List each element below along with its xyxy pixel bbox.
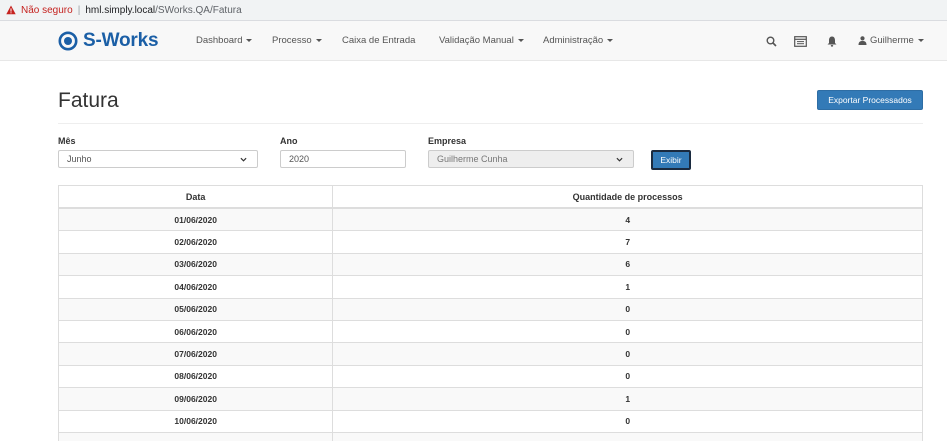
- warning-icon: [6, 5, 16, 15]
- nav-caixa-de-entrada[interactable]: Caixa de Entrada: [342, 35, 415, 46]
- cell-data: 07/06/2020: [59, 343, 334, 365]
- cell-data: 04/06/2020: [59, 276, 334, 298]
- cell-quantidade: 0: [625, 371, 631, 382]
- cell-data: 03/06/2020: [59, 253, 334, 276]
- brand-link[interactable]: S-Works: [58, 29, 159, 53]
- export-processados-button[interactable]: Exportar Processados: [817, 90, 923, 110]
- cell-quantidade: 0: [625, 304, 631, 315]
- ano-input-value: 2020: [289, 154, 310, 164]
- user-name: Guilherme: [870, 35, 914, 46]
- cell-quantidade-empty: [333, 433, 922, 441]
- nav-caixa-label: Caixa de Entrada: [342, 35, 416, 46]
- chevron-down-icon: [616, 157, 623, 162]
- caret-down-icon: [607, 38, 614, 42]
- cell-quantidade: 0: [625, 326, 631, 337]
- ano-input[interactable]: 2020: [280, 150, 406, 168]
- cell-data: 05/06/2020: [59, 298, 334, 320]
- nav-administracao-label: Administração: [543, 35, 604, 46]
- header-divider: [58, 123, 923, 124]
- nav-validacao-label: Validação Manual: [439, 35, 514, 46]
- cell-data: 06/06/2020: [59, 320, 334, 343]
- bell-icon[interactable]: [825, 34, 839, 48]
- nav-dashboard-label: Dashboard: [196, 35, 243, 46]
- table-row: 08/06/2020 0: [59, 365, 922, 389]
- table-row: 09/06/2020 1: [59, 388, 922, 411]
- nav-processo[interactable]: Processo: [272, 35, 322, 46]
- nav-administracao[interactable]: Administração: [543, 35, 614, 46]
- mes-label: Mês: [58, 136, 76, 146]
- browser-address-bar[interactable]: Não seguro | hml.simply.local/SWorks.QA/…: [0, 0, 947, 21]
- mes-select[interactable]: Junho: [58, 150, 258, 168]
- table-row: 02/06/2020 7: [59, 231, 922, 254]
- cell-data: 09/06/2020: [59, 388, 334, 410]
- nav-dashboard[interactable]: Dashboard: [196, 35, 253, 46]
- brand-name: S-Works: [83, 30, 159, 51]
- caret-down-icon: [315, 38, 322, 42]
- user-menu[interactable]: Guilherme: [858, 35, 924, 46]
- insecure-label: Não seguro: [21, 4, 73, 16]
- cell-quantidade: 7: [625, 237, 631, 248]
- cell-data: 10/06/2020: [59, 410, 334, 432]
- table-row: 06/06/2020 0: [59, 320, 922, 344]
- table-row: 04/06/2020 1: [59, 276, 922, 299]
- cell-quantidade: 0: [625, 416, 631, 427]
- user-icon: [858, 36, 867, 45]
- ano-label: Ano: [280, 136, 298, 146]
- mes-select-value: Junho: [67, 154, 92, 164]
- caret-down-icon: [517, 38, 524, 42]
- top-navbar: S-Works Dashboard Processo Caixa de Entr…: [0, 21, 947, 61]
- cell-data: 01/06/2020: [59, 209, 334, 231]
- empresa-label: Empresa: [428, 136, 467, 146]
- cell-quantidade: 0: [625, 349, 631, 360]
- empresa-select[interactable]: Guilherme Cunha: [428, 150, 634, 168]
- cell-quantidade: 1: [625, 393, 631, 404]
- caret-down-icon: [246, 38, 253, 42]
- fatura-table: Data Quantidade de processos 01/06/2020 4…: [58, 185, 923, 441]
- table-row: 07/06/2020 0: [59, 343, 922, 366]
- nav-processo-label: Processo: [272, 35, 312, 46]
- nav-validacao-manual[interactable]: Validação Manual: [439, 35, 524, 46]
- table-row: 01/06/2020 4: [59, 209, 922, 232]
- url-separator: |: [77, 4, 81, 16]
- inbox-icon[interactable]: [793, 34, 807, 48]
- cell-quantidade: 6: [625, 259, 631, 270]
- brand-logo-icon: [58, 31, 78, 51]
- table-row: 03/06/2020 6: [59, 253, 922, 277]
- cell-quantidade: 4: [625, 214, 631, 225]
- table-row: 05/06/2020 0: [59, 298, 922, 321]
- chevron-down-icon: [240, 157, 247, 162]
- column-header-quantidade: Quantidade de processos: [572, 191, 683, 202]
- table-row-partial: [59, 432, 922, 441]
- column-header-data: Data: [59, 186, 334, 207]
- empresa-select-value: Guilherme Cunha: [437, 154, 508, 164]
- cell-quantidade: 1: [625, 281, 631, 292]
- search-icon[interactable]: [764, 34, 778, 48]
- cell-data: 08/06/2020: [59, 365, 334, 388]
- exibir-button[interactable]: Exibir: [651, 150, 691, 170]
- url-path: /SWorks.QA/Fatura: [155, 4, 242, 16]
- table-row: 10/06/2020 0: [59, 410, 922, 433]
- cell-data: 02/06/2020: [59, 231, 334, 253]
- cell-data-empty: [59, 432, 334, 441]
- url-host: hml.simply.local: [85, 4, 156, 16]
- page-title: Fatura: [58, 89, 119, 112]
- table-header: Data Quantidade de processos: [59, 186, 922, 209]
- caret-down-icon: [917, 39, 924, 42]
